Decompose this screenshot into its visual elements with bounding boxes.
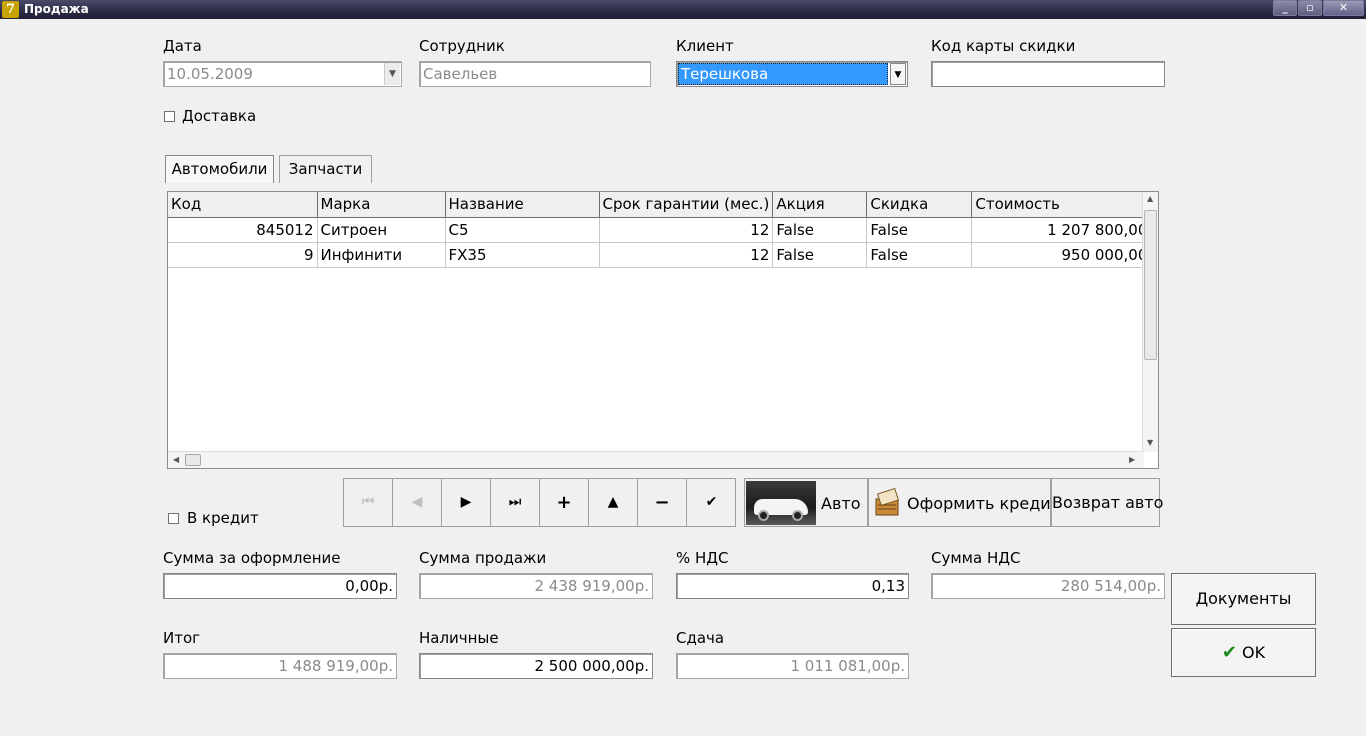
horizontal-scroll-thumb[interactable] bbox=[185, 454, 201, 466]
client-value: Терешкова bbox=[678, 63, 888, 85]
document-stack-icon bbox=[875, 487, 900, 516]
employee-label: Сотрудник bbox=[419, 37, 505, 55]
cell-name: C5 bbox=[445, 217, 600, 243]
cell-price: 950 000,00 bbox=[971, 242, 1152, 268]
issue-credit-label: Оформить кредит bbox=[907, 494, 1060, 513]
credit-checkbox[interactable] bbox=[168, 513, 179, 524]
car-image bbox=[746, 481, 816, 525]
date-value: 10.05.2009 bbox=[167, 65, 253, 83]
minimize-button[interactable]: _ bbox=[1273, 0, 1297, 16]
cash-input[interactable]: 2 500 000,00р. bbox=[419, 653, 653, 679]
last-record-button[interactable]: ⏭ bbox=[491, 479, 540, 526]
auto-button-label: Авто bbox=[821, 494, 861, 513]
discount-card-input[interactable] bbox=[931, 61, 1165, 87]
window-title: Продажа bbox=[24, 2, 89, 16]
vertical-scroll-thumb[interactable] bbox=[1144, 210, 1157, 360]
cell-promo: False bbox=[772, 217, 868, 243]
title-bar: 7 Продажа _ ▫ ✕ bbox=[0, 0, 1366, 19]
processing-sum-label: Сумма за оформление bbox=[163, 549, 341, 567]
column-header[interactable]: Название bbox=[445, 192, 600, 218]
cell-code: 845012 bbox=[168, 217, 318, 243]
vat-percent-label: % НДС bbox=[676, 549, 729, 567]
chevron-down-icon[interactable]: ▼ bbox=[384, 63, 400, 85]
total-label: Итог bbox=[163, 629, 201, 647]
processing-sum-field[interactable]: 0,00р. bbox=[163, 573, 397, 599]
cell-brand: Инфинити bbox=[317, 242, 446, 268]
client-combo[interactable]: Терешкова ▼ bbox=[676, 61, 908, 87]
scroll-left-icon[interactable]: ◀ bbox=[173, 455, 179, 464]
date-combo[interactable]: 10.05.2009 ▼ bbox=[163, 61, 402, 87]
horizontal-scrollbar[interactable]: ◀ ▶ bbox=[168, 451, 1144, 468]
delivery-checkbox[interactable] bbox=[164, 111, 175, 122]
documents-button[interactable]: Документы bbox=[1171, 573, 1316, 625]
table-header-row: Код Марка Название Срок гарантии (мес.) … bbox=[168, 192, 1152, 218]
check-icon: ✔ bbox=[1221, 642, 1237, 663]
change-field[interactable]: 1 011 081,00р. bbox=[676, 653, 909, 679]
post-record-button[interactable]: ✔ bbox=[687, 479, 736, 526]
cell-warranty: 12 bbox=[599, 242, 774, 268]
close-button[interactable]: ✕ bbox=[1323, 0, 1364, 16]
delete-record-button[interactable]: − bbox=[638, 479, 687, 526]
cell-brand: Ситроен bbox=[317, 217, 446, 243]
auto-button[interactable]: Авто bbox=[744, 478, 868, 527]
next-record-button[interactable]: ▶ bbox=[442, 479, 491, 526]
credit-label: В кредит bbox=[187, 509, 259, 527]
prev-record-button[interactable]: ◀ bbox=[393, 479, 442, 526]
cell-code: 9 bbox=[168, 242, 318, 268]
vat-sum-field[interactable]: 280 514,00р. bbox=[931, 573, 1165, 599]
column-header[interactable]: Марка bbox=[317, 192, 446, 218]
change-label: Сдача bbox=[676, 629, 725, 647]
chevron-down-icon[interactable]: ▼ bbox=[890, 63, 906, 85]
column-header[interactable]: Скидка bbox=[866, 192, 973, 218]
first-record-button[interactable]: ⏮ bbox=[344, 479, 393, 526]
date-label: Дата bbox=[163, 37, 202, 55]
sale-sum-field[interactable]: 2 438 919,00р. bbox=[419, 573, 653, 599]
column-header[interactable]: Стоимость bbox=[971, 192, 1152, 218]
edit-record-button[interactable]: ▲ bbox=[589, 479, 638, 526]
tab-automobiles[interactable]: Автомобили bbox=[165, 155, 274, 183]
record-navigator: ⏮ ◀ ▶ ⏭ + ▲ − ✔ bbox=[343, 478, 736, 527]
column-header[interactable]: Акция bbox=[772, 192, 868, 218]
vertical-scrollbar[interactable]: ▲ ▼ bbox=[1142, 192, 1158, 452]
return-auto-button[interactable]: Возврат авто bbox=[1051, 478, 1163, 527]
column-header[interactable]: Код bbox=[168, 192, 318, 218]
sale-sum-label: Сумма продажи bbox=[419, 549, 547, 567]
cars-grid[interactable]: Код Марка Название Срок гарантии (мес.) … bbox=[167, 191, 1159, 469]
cash-label: Наличные bbox=[419, 629, 499, 647]
tab-parts[interactable]: Запчасти bbox=[279, 155, 372, 183]
table-row[interactable]: 9 Инфинити FX35 12 False False 950 000,0… bbox=[168, 242, 1152, 268]
cell-name: FX35 bbox=[445, 242, 600, 268]
cell-discount: False bbox=[866, 242, 973, 268]
cell-warranty: 12 bbox=[599, 217, 774, 243]
table-row[interactable]: 845012 Ситроен C5 12 False False 1 207 8… bbox=[168, 217, 1152, 243]
app-icon: 7 bbox=[2, 1, 19, 18]
delivery-label: Доставка bbox=[182, 107, 257, 125]
scroll-right-icon[interactable]: ▶ bbox=[1129, 455, 1135, 464]
cars-table: Код Марка Название Срок гарантии (мес.) … bbox=[168, 192, 1152, 268]
total-field[interactable]: 1 488 919,00р. bbox=[163, 653, 397, 679]
cell-discount: False bbox=[866, 217, 973, 243]
ok-button-label: OK bbox=[1242, 643, 1266, 662]
ok-button[interactable]: ✔ OK bbox=[1171, 628, 1316, 677]
vat-percent-field[interactable]: 0,13 bbox=[676, 573, 909, 599]
cell-promo: False bbox=[772, 242, 868, 268]
add-record-button[interactable]: + bbox=[540, 479, 589, 526]
column-header[interactable]: Срок гарантии (мес.) bbox=[599, 192, 774, 218]
issue-credit-button[interactable]: Оформить кредит bbox=[868, 478, 1060, 527]
scroll-up-icon[interactable]: ▲ bbox=[1147, 194, 1153, 203]
employee-field[interactable]: Савельев bbox=[419, 61, 651, 87]
maximize-button[interactable]: ▫ bbox=[1298, 0, 1322, 16]
vat-sum-label: Сумма НДС bbox=[931, 549, 1021, 567]
client-label: Клиент bbox=[676, 37, 734, 55]
scroll-down-icon[interactable]: ▼ bbox=[1147, 438, 1153, 447]
cell-price: 1 207 800,00 bbox=[971, 217, 1152, 243]
discount-card-label: Код карты скидки bbox=[931, 37, 1076, 55]
